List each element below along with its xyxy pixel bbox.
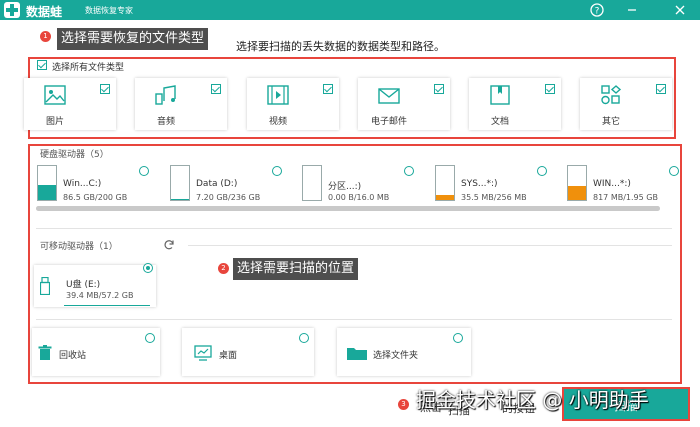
file-type-card-image[interactable]: 图片 (24, 78, 116, 130)
file-type-card-email[interactable]: 电子邮件 (358, 78, 450, 130)
step-1-callout: 选择需要恢复的文件类型 (57, 28, 209, 50)
usb-drive-icon (40, 277, 50, 295)
minimize-icon[interactable] (622, 1, 642, 19)
file-type-label: 音频 (156, 117, 175, 127)
drive-size: 817 MB/1.95 GB (593, 193, 658, 202)
drive-radio[interactable] (139, 166, 149, 176)
title-bar: 数据蛙 数据恢复专家 ? (0, 0, 700, 20)
drive-size: 7.20 GB/236 GB (196, 193, 261, 202)
divider (36, 228, 672, 229)
step-2-badge: 2 (218, 263, 229, 274)
document-icon (490, 85, 510, 105)
file-type-label: 电子邮件 (370, 117, 407, 127)
hard-drive-item[interactable]: SYS...*:) 35.5 MB/256 MB (435, 163, 561, 207)
app-name: 数据蛙 (26, 5, 63, 19)
file-type-label: 图片 (45, 117, 64, 127)
drive-usage-fill (38, 185, 56, 200)
step-3-badge: 3 (398, 399, 409, 410)
usb-drive-radio[interactable] (143, 263, 153, 273)
recycle-bin-radio[interactable] (145, 333, 155, 343)
app-logo-icon (4, 2, 20, 18)
help-icon[interactable]: ? (587, 1, 607, 19)
removable-drives-title: 可移动驱动器（1） (40, 242, 118, 252)
location-label: 回收站 (59, 351, 87, 361)
file-type-card-other[interactable]: 其它 (580, 78, 672, 130)
desktop-icon (194, 345, 212, 361)
select-folder-radio[interactable] (453, 333, 463, 343)
hard-drive-item[interactable]: Data (D:) 7.20 GB/236 GB (170, 163, 296, 207)
drive-radio[interactable] (404, 166, 414, 176)
image-checkbox[interactable] (100, 84, 110, 94)
hard-drive-item[interactable]: 分区...:) 0.00 B/16.0 MB (302, 163, 428, 207)
divider (188, 245, 672, 246)
select-all-checkbox[interactable] (37, 60, 47, 70)
hard-drives-title: 硬盘驱动器（5） (40, 150, 109, 160)
drive-size: 0.00 B/16.0 MB (328, 193, 390, 202)
drive-icon (567, 165, 587, 201)
usb-drive-card[interactable]: U盘 (E:) 39.4 MB/57.2 GB (34, 265, 156, 307)
drive-name: Data (D:) (196, 179, 238, 189)
drive-radio[interactable] (537, 166, 547, 176)
file-types-highlight (28, 57, 676, 139)
hard-drive-item[interactable]: Win...C:) 86.5 GB/200 GB (37, 163, 163, 207)
drive-radio[interactable] (669, 166, 679, 176)
drive-icon (302, 165, 322, 201)
desktop-card[interactable]: 桌面 (182, 328, 314, 376)
instruction-text: 选择要扫描的丢失数据的数据类型和路径。 (236, 40, 445, 53)
recycle-bin-icon (38, 345, 52, 360)
location-label: 桌面 (219, 351, 238, 361)
usb-drive-usage-bar (64, 305, 150, 306)
step-2-callout: 选择需要扫描的位置 (233, 258, 359, 280)
usb-drive-size: 39.4 MB/57.2 GB (66, 291, 134, 300)
document-checkbox[interactable] (545, 84, 555, 94)
drive-name: Win...C:) (63, 179, 102, 189)
file-type-label: 其它 (601, 117, 620, 127)
video-icon (267, 85, 289, 105)
drive-name: SYS...*:) (461, 179, 498, 189)
drive-size: 86.5 GB/200 GB (63, 193, 128, 202)
drive-usage-fill (171, 198, 189, 200)
refresh-icon[interactable] (163, 239, 175, 251)
desktop-radio[interactable] (299, 333, 309, 343)
app-subtitle: 数据恢复专家 (85, 6, 133, 15)
step-1-badge: 1 (40, 31, 51, 42)
select-all-label: 选择所有文件类型 (52, 63, 125, 73)
drives-scrollbar[interactable] (36, 206, 660, 211)
email-icon (378, 88, 400, 104)
other-checkbox[interactable] (656, 84, 666, 94)
divider (36, 319, 672, 320)
file-type-label: 视频 (268, 117, 287, 127)
drive-name: WIN...*:) (593, 179, 631, 189)
usb-drive-name: U盘 (E:) (66, 280, 101, 290)
drive-icon (435, 165, 455, 201)
drive-icon (37, 165, 57, 201)
select-folder-card[interactable]: 选择文件夹 (337, 328, 471, 376)
svg-text:?: ? (595, 7, 600, 17)
file-type-card-document[interactable]: 文档 (469, 78, 561, 130)
file-type-card-video[interactable]: 视频 (247, 78, 339, 130)
other-icon (601, 85, 622, 105)
close-icon[interactable] (670, 1, 690, 19)
drive-icon (170, 165, 190, 201)
recycle-bin-card[interactable]: 回收站 (32, 328, 160, 376)
hard-drive-item[interactable]: WIN...*:) 817 MB/1.95 GB (567, 163, 693, 207)
video-checkbox[interactable] (323, 84, 333, 94)
watermark: 掘金技术社区 @ 小明助手 (416, 388, 649, 412)
file-type-label: 文档 (490, 117, 509, 127)
drive-usage-fill (436, 195, 454, 200)
email-checkbox[interactable] (434, 84, 444, 94)
drive-usage-fill (568, 185, 586, 200)
file-type-card-audio[interactable]: 音频 (135, 78, 227, 130)
drive-name: 分区...:) (328, 182, 362, 192)
image-icon (44, 85, 66, 105)
drive-radio[interactable] (272, 166, 282, 176)
location-label: 选择文件夹 (373, 351, 419, 361)
drive-size: 35.5 MB/256 MB (461, 193, 527, 202)
audio-icon (155, 85, 176, 105)
scrollbar-thumb[interactable] (36, 206, 660, 211)
audio-checkbox[interactable] (211, 84, 221, 94)
folder-icon (347, 348, 367, 360)
